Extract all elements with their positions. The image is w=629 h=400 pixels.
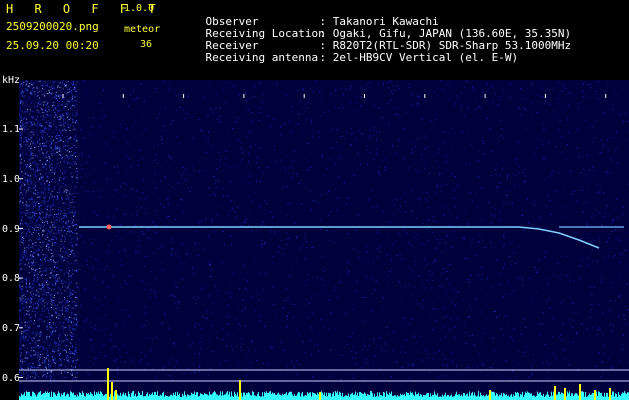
spectrogram-background [19, 80, 629, 400]
header-panel: H R O F F T 1.0.0 2509200020.png meteor … [0, 0, 629, 76]
y-tick-label: 0.9 [2, 224, 21, 235]
y-unit-label: kHz [2, 75, 21, 86]
y-tick-label: 0.8 [2, 273, 21, 284]
datetime: 25.09.20 00:20 [6, 39, 99, 52]
meteor-count: 36 [140, 39, 153, 50]
info-antenna: Receiving antenna: 2el-HB9CV Vertical (e… [179, 41, 519, 74]
info-value: : 2el-HB9CV Vertical (el. E-W) [319, 51, 519, 64]
file-name: 2509200020.png [6, 20, 99, 33]
info-key: Receiving antenna [205, 51, 319, 64]
y-tick-label: 0.6 [2, 373, 21, 384]
y-tick-label: 0.7 [2, 323, 21, 334]
y-tick-label: 1.1 [2, 124, 21, 135]
y-tick-label: 1.0 [2, 174, 21, 185]
app-version: 1.0.0 [124, 3, 155, 14]
meteor-head-echo [106, 224, 112, 230]
meteor-label: meteor [124, 24, 161, 35]
spectrogram-plot [19, 80, 629, 400]
